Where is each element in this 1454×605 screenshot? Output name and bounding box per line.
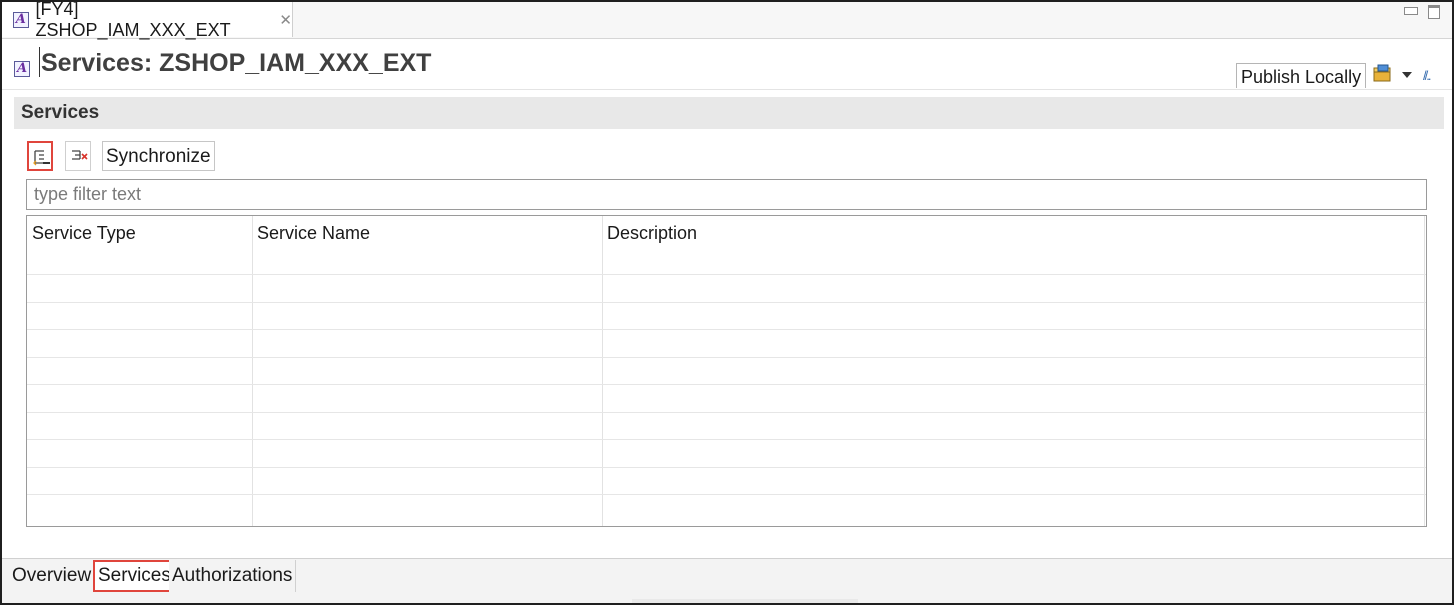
column-header-description[interactable]: Description [602,216,1422,274]
editor-tab-strip: A [FY4] ZSHOP_IAM_XXX_EXT ✕ [2,2,1452,40]
tab-services[interactable]: Services [93,560,176,592]
table-row[interactable] [27,274,1426,302]
add-service-button[interactable] [27,141,53,171]
editor-window: A [FY4] ZSHOP_IAM_XXX_EXT ✕ A Services: … [0,0,1454,605]
more-icon[interactable]: //.. [1423,68,1432,83]
table-row[interactable] [27,439,1426,467]
add-service-icon [33,150,50,166]
tab-authorizations[interactable]: Authorizations [169,560,297,592]
services-table: Service Type Service Name Description [26,215,1427,527]
table-row[interactable] [27,302,1426,330]
maximize-icon[interactable] [1428,5,1440,19]
tab-overview[interactable]: Overview [9,560,96,592]
remove-service-button[interactable] [65,141,91,171]
synchronize-button[interactable]: Synchronize [102,141,215,171]
publish-locally-button[interactable]: Publish Locally [1236,63,1367,88]
table-row[interactable] [27,467,1426,495]
table-row[interactable] [27,329,1426,357]
page-title: Services: ZSHOP_IAM_XXX_EXT [41,49,432,77]
editor-page-tabs: Overview Services Authorizations [2,558,1452,603]
abap-object-icon: A [13,11,29,28]
form-header: A Services: ZSHOP_IAM_XXX_EXT Publish Lo… [2,39,1452,90]
abap-object-icon: A [14,61,30,77]
editor-tab-title: [FY4] ZSHOP_IAM_XXX_EXT [35,0,231,40]
table-row[interactable] [27,357,1426,385]
window-controls [1404,5,1440,19]
package-icon[interactable] [1371,63,1393,83]
horizontal-scrollbar[interactable] [632,599,858,603]
table-row[interactable] [27,494,1426,522]
text-cursor [39,47,40,77]
minimize-icon[interactable] [1404,7,1418,15]
table-row[interactable] [27,384,1426,412]
column-header-service-name[interactable]: Service Name [252,216,602,274]
table-header: Service Type Service Name Description [27,216,1426,274]
remove-service-icon [72,150,88,160]
table-row[interactable] [27,412,1426,440]
close-icon[interactable]: ✕ [279,11,292,29]
editor-tab[interactable]: A [FY4] ZSHOP_IAM_XXX_EXT ✕ [2,2,293,40]
chevron-down-icon[interactable] [1402,72,1412,78]
section-title: Services [21,102,100,123]
column-header-service-type[interactable]: Service Type [27,216,252,274]
filter-input[interactable] [26,179,1427,210]
services-section-header[interactable]: Services [14,97,1444,129]
